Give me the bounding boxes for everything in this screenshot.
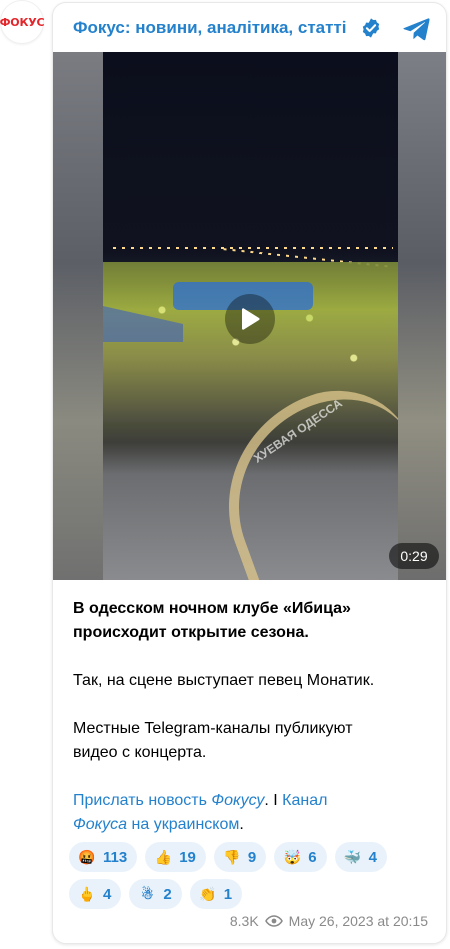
- reaction-emoji: 🐳: [343, 848, 362, 865]
- channel-avatar[interactable]: ФОКУС: [0, 0, 45, 44]
- post-headline-line: происходит открытие сезона.: [73, 624, 309, 641]
- reaction-chip[interactable]: 🐳 4: [334, 842, 387, 872]
- channel-title[interactable]: Фокус: новини, аналітика, статті: [73, 18, 347, 38]
- eye-icon: [264, 915, 283, 927]
- post-paragraph: Местные Telegram-каналы публикуют: [73, 720, 353, 737]
- reaction-count: 2: [163, 885, 172, 903]
- reaction-count: 4: [103, 885, 112, 903]
- links-separator: . I: [264, 792, 283, 809]
- reaction-emoji: 👍: [154, 848, 172, 865]
- reaction-chip[interactable]: 👍 19: [145, 842, 206, 872]
- post-date: May 26, 2023 at 20:15: [288, 913, 428, 929]
- reaction-emoji: 🖕: [78, 885, 96, 902]
- reaction-count: 1: [223, 885, 233, 903]
- video-duration: 0:29: [389, 543, 439, 569]
- telegram-plane-icon[interactable]: [401, 15, 431, 43]
- play-icon: [242, 308, 260, 330]
- reaction-emoji: 👏: [198, 885, 217, 902]
- channel-avatar-logo: ФОКУС: [0, 15, 45, 29]
- video-blur-right: [398, 52, 446, 580]
- reaction-emoji: ☃: [141, 885, 154, 902]
- reaction-count: 113: [103, 848, 128, 866]
- reaction-chip[interactable]: 🤬 113: [69, 842, 138, 872]
- reaction-count: 6: [308, 848, 317, 866]
- post-paragraph: Так, на сцене выступает певец Монатик.: [73, 672, 375, 689]
- links-tail: .: [239, 816, 244, 833]
- reaction-emoji: 🤬: [78, 848, 96, 865]
- video-preview[interactable]: ХУЕВАЯ ОДЕССА 0:29: [53, 52, 446, 580]
- reaction-chip[interactable]: 👎 9: [213, 842, 267, 872]
- ukrainian-channel-link[interactable]: Фокуса на украинском: [73, 816, 239, 833]
- reaction-chip[interactable]: ☃ 2: [129, 879, 182, 909]
- post-links-line: Прислать новость Фокусу. I Канал: [73, 789, 433, 813]
- reaction-emoji: 🤯: [283, 848, 301, 865]
- ukrainian-channel-link[interactable]: Канал: [282, 792, 327, 809]
- post-header: Фокус: новини, аналітика, статті: [53, 3, 446, 53]
- verified-badge-icon: [362, 18, 380, 38]
- post-links-line: Фокуса на украинском.: [73, 813, 433, 837]
- video-blur-left: [53, 52, 103, 580]
- reaction-count: 19: [179, 848, 196, 866]
- string-lights: [113, 247, 393, 249]
- reaction-emoji: 👎: [223, 848, 241, 865]
- reaction-chip[interactable]: 👏 1: [189, 879, 243, 909]
- post-meta: 8.3K May 26, 2023 at 20:15: [230, 913, 428, 929]
- post-card: Фокус: новини, аналітика, статті ХУЕВАЯ …: [52, 2, 447, 944]
- send-news-link[interactable]: Прислать новость Фокусу: [73, 792, 264, 809]
- reaction-count: 9: [247, 848, 257, 866]
- reactions-bar: 🤬 113 👍 19 👎 9 🤯 6 🐳 4 🖕 4 ☃ 2 👏 1: [69, 842, 439, 916]
- play-button[interactable]: [225, 294, 275, 344]
- reaction-chip[interactable]: 🖕 4: [69, 879, 122, 909]
- reaction-chip[interactable]: 🤯 6: [274, 842, 327, 872]
- post-paragraph: видео с концерта.: [73, 744, 207, 761]
- view-count: 8.3K: [229, 913, 259, 929]
- post-text: В одесском ночном клубе «Ибица» происход…: [73, 597, 433, 837]
- post-headline-line: В одесском ночном клубе «Ибица»: [73, 600, 351, 617]
- reaction-count: 4: [368, 848, 377, 866]
